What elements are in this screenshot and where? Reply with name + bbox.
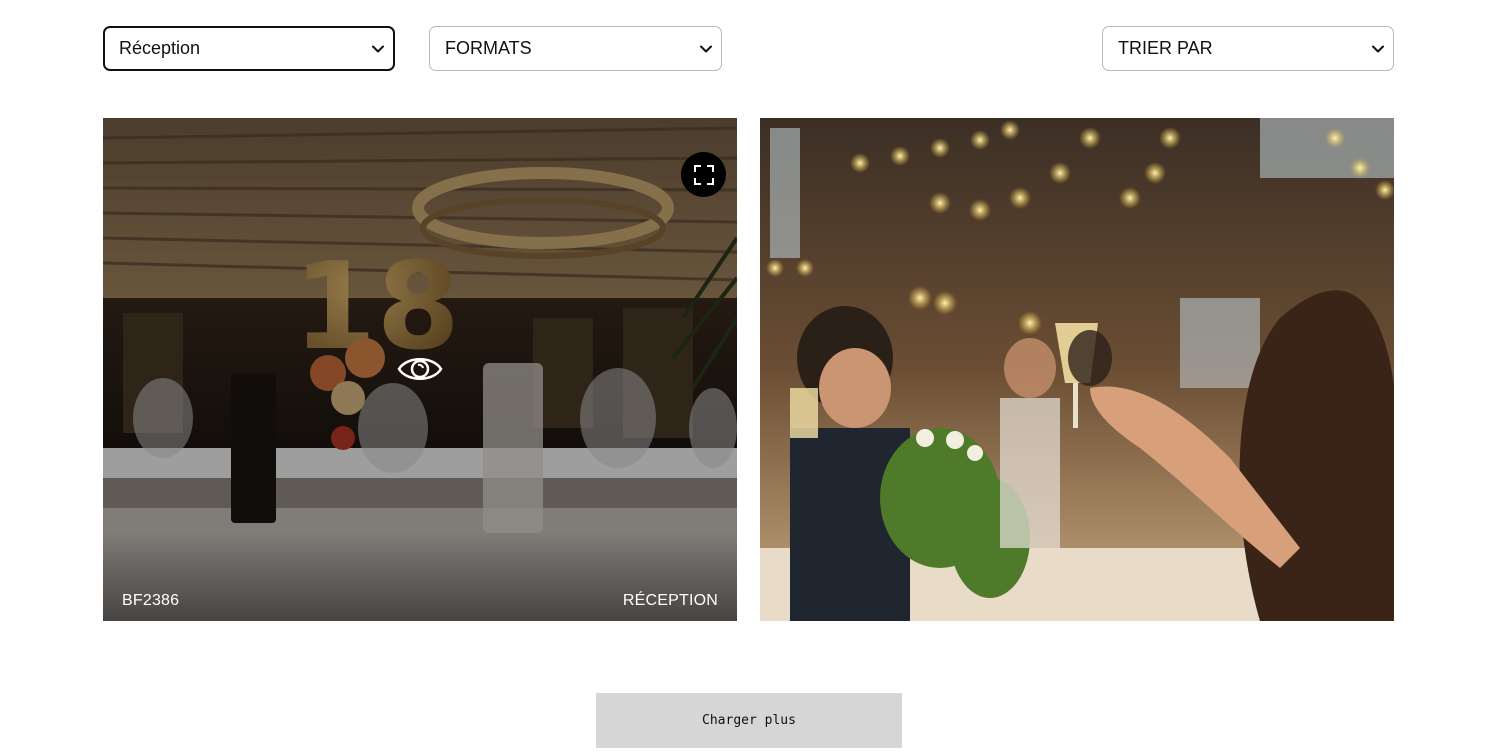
sort-select[interactable]: TRIER PAR [1102,26,1394,71]
expand-button[interactable] [681,152,726,197]
formats-select-value: FORMATS [445,38,532,58]
gallery-card[interactable] [760,118,1394,621]
gallery-card[interactable]: 18 BF2386 RÉCEPTION [103,118,737,621]
category-select-value: Réception [119,38,201,58]
expand-icon [693,164,714,185]
chevron-down-icon [1372,45,1384,52]
sort-select-value: TRIER PAR [1118,38,1213,58]
category-select[interactable]: Réception [103,26,395,71]
chevron-down-icon [372,45,384,52]
card-reference: BF2386 [122,592,180,609]
gallery-image-toasting-guests [760,118,1394,621]
formats-select[interactable]: FORMATS [429,26,722,71]
view-button[interactable] [396,349,444,389]
load-more-button[interactable]: Charger plus [596,693,902,748]
chevron-down-icon [700,45,712,52]
card-category: RÉCEPTION [622,592,718,609]
eye-icon [397,358,443,380]
